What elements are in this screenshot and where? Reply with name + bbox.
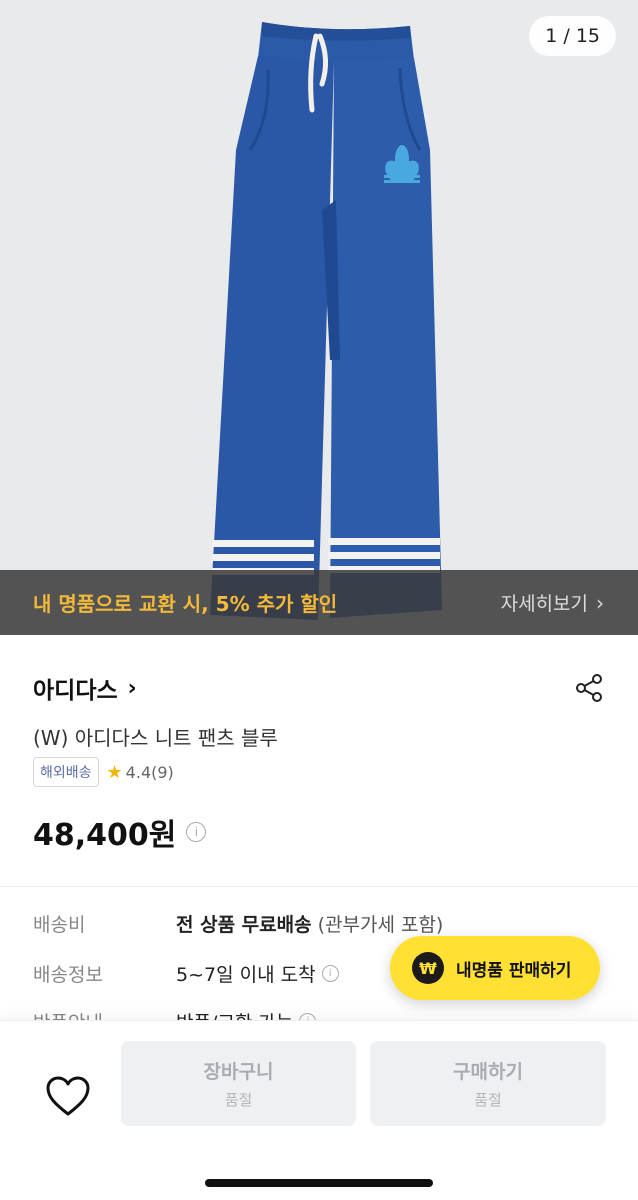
buy-now-button[interactable]: 구매하기 품절: [370, 1041, 606, 1126]
exchange-promo-banner[interactable]: 내 명품으로 교환 시, 5% 추가 할인 자세히보기 ›: [0, 570, 638, 635]
cart-soldout-label: 품절: [224, 1091, 253, 1109]
shipping-info-label: 배송정보: [33, 964, 103, 986]
delivery-info-icon[interactable]: i: [321, 965, 339, 982]
delivery-estimate: 5~7일 이내 도착: [176, 964, 316, 986]
brand-link[interactable]: 아디다스 ›: [33, 671, 137, 705]
free-shipping-text: 전 상품 무료배송: [176, 914, 312, 936]
image-counter: 1 / 15: [529, 16, 616, 56]
price-info-icon[interactable]: i: [186, 822, 207, 842]
promo-detail-link[interactable]: 자세히보기 ›: [501, 589, 604, 616]
brand-row: 아디다스 ›: [33, 668, 605, 708]
chevron-right-icon: ›: [127, 675, 137, 701]
price-row: 48,400원 i: [33, 810, 207, 854]
product-name: (W) 아디다스 니트 팬츠 블루: [33, 726, 278, 750]
shipping-info-row: 배송정보 5~7일 이내 도착 i: [33, 960, 339, 987]
product-meta: 해외배송 ★ 4.4(9): [33, 757, 174, 787]
brand-name: 아디다스: [33, 678, 118, 704]
home-indicator: [205, 1179, 433, 1187]
product-image-gallery[interactable]: 1 / 15 내 명품으로 교환 시, 5% 추가 할인 자세히보기 ›: [0, 0, 638, 635]
product-price: 48,400원: [33, 818, 177, 853]
promo-detail-label: 자세히보기: [500, 593, 588, 615]
heart-icon[interactable]: [45, 1075, 91, 1117]
overseas-shipping-badge: 해외배송: [33, 757, 99, 787]
sell-my-luxury-button[interactable]: ₩ 내명품 판매하기: [390, 936, 600, 1000]
star-icon: ★: [106, 761, 123, 783]
won-coin-icon: ₩: [412, 952, 444, 984]
share-icon[interactable]: [573, 672, 605, 704]
chevron-right-icon: ›: [596, 590, 604, 615]
add-to-cart-button[interactable]: 장바구니 품절: [121, 1041, 356, 1126]
customs-note: (관부가세 포함): [317, 914, 444, 936]
product-image: [210, 22, 442, 620]
promo-text: 내 명품으로 교환 시, 5% 추가 할인: [33, 592, 338, 616]
bottom-action-bar: 장바구니 품절 구매하기 품절: [0, 1020, 638, 1200]
sell-button-label: 내명품 판매하기: [456, 960, 572, 981]
section-divider: [0, 886, 638, 887]
shipping-fee-label: 배송비: [33, 914, 86, 936]
shipping-fee-value: 전 상품 무료배송 (관부가세 포함): [176, 910, 443, 937]
rating[interactable]: ★ 4.4(9): [107, 762, 174, 783]
shipping-fee-row: 배송비 전 상품 무료배송 (관부가세 포함): [33, 910, 443, 937]
shipping-info-value: 5~7일 이내 도착 i: [176, 960, 339, 987]
cart-button-label: 장바구니: [203, 1061, 274, 1083]
buy-button-label: 구매하기: [453, 1061, 523, 1083]
rating-value: 4.4(9): [125, 762, 174, 782]
buy-soldout-label: 품절: [474, 1091, 502, 1109]
